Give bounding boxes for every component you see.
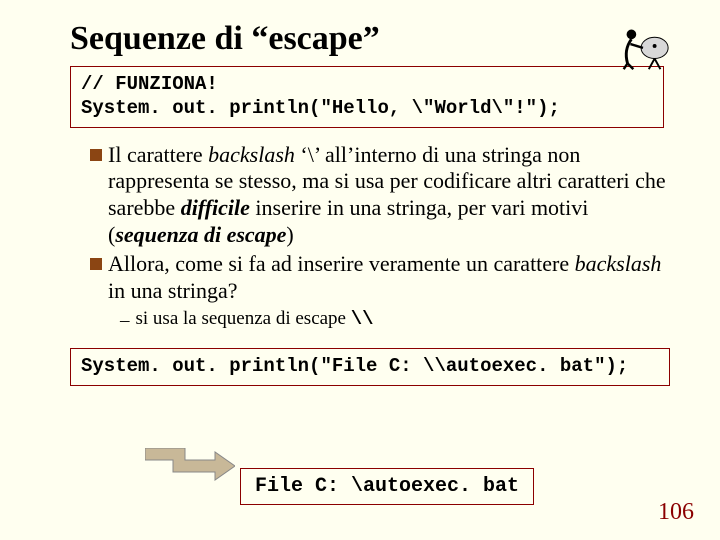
sub-bullet-text: si usa la sequenza di escape \\	[136, 308, 374, 330]
code-block-1: // FUNZIONA! System. out. println("Hello…	[70, 66, 664, 128]
code-line: System. out. println("Hello, \"World\"!"…	[81, 97, 560, 119]
decorative-figure	[614, 20, 672, 70]
bullet-item: Allora, come si fa ad inserire veramente…	[90, 251, 670, 305]
code-block-2: System. out. println("File C: \\autoexec…	[70, 348, 670, 386]
bullet-text: Allora, come si fa ad inserire veramente…	[108, 251, 670, 305]
page-number: 106	[658, 499, 694, 526]
square-bullet-icon	[90, 258, 102, 270]
sub-bullet-item: – si usa la sequenza di escape \\	[120, 308, 670, 332]
arrow-icon	[145, 448, 235, 484]
square-bullet-icon	[90, 149, 102, 161]
bullet-list: Il carattere backslash ‘\’ all’interno d…	[90, 142, 670, 333]
slide-title: Sequenze di “escape”	[70, 20, 670, 58]
slide-container: Sequenze di “escape” // FUNZIONA! System…	[0, 0, 720, 420]
code-line: // FUNZIONA!	[81, 73, 218, 95]
bullet-item: Il carattere backslash ‘\’ all’interno d…	[90, 142, 670, 249]
bullet-text: Il carattere backslash ‘\’ all’interno d…	[108, 142, 670, 249]
output-box: File C: \autoexec. bat	[240, 468, 534, 505]
dash-bullet-icon: –	[120, 310, 130, 332]
